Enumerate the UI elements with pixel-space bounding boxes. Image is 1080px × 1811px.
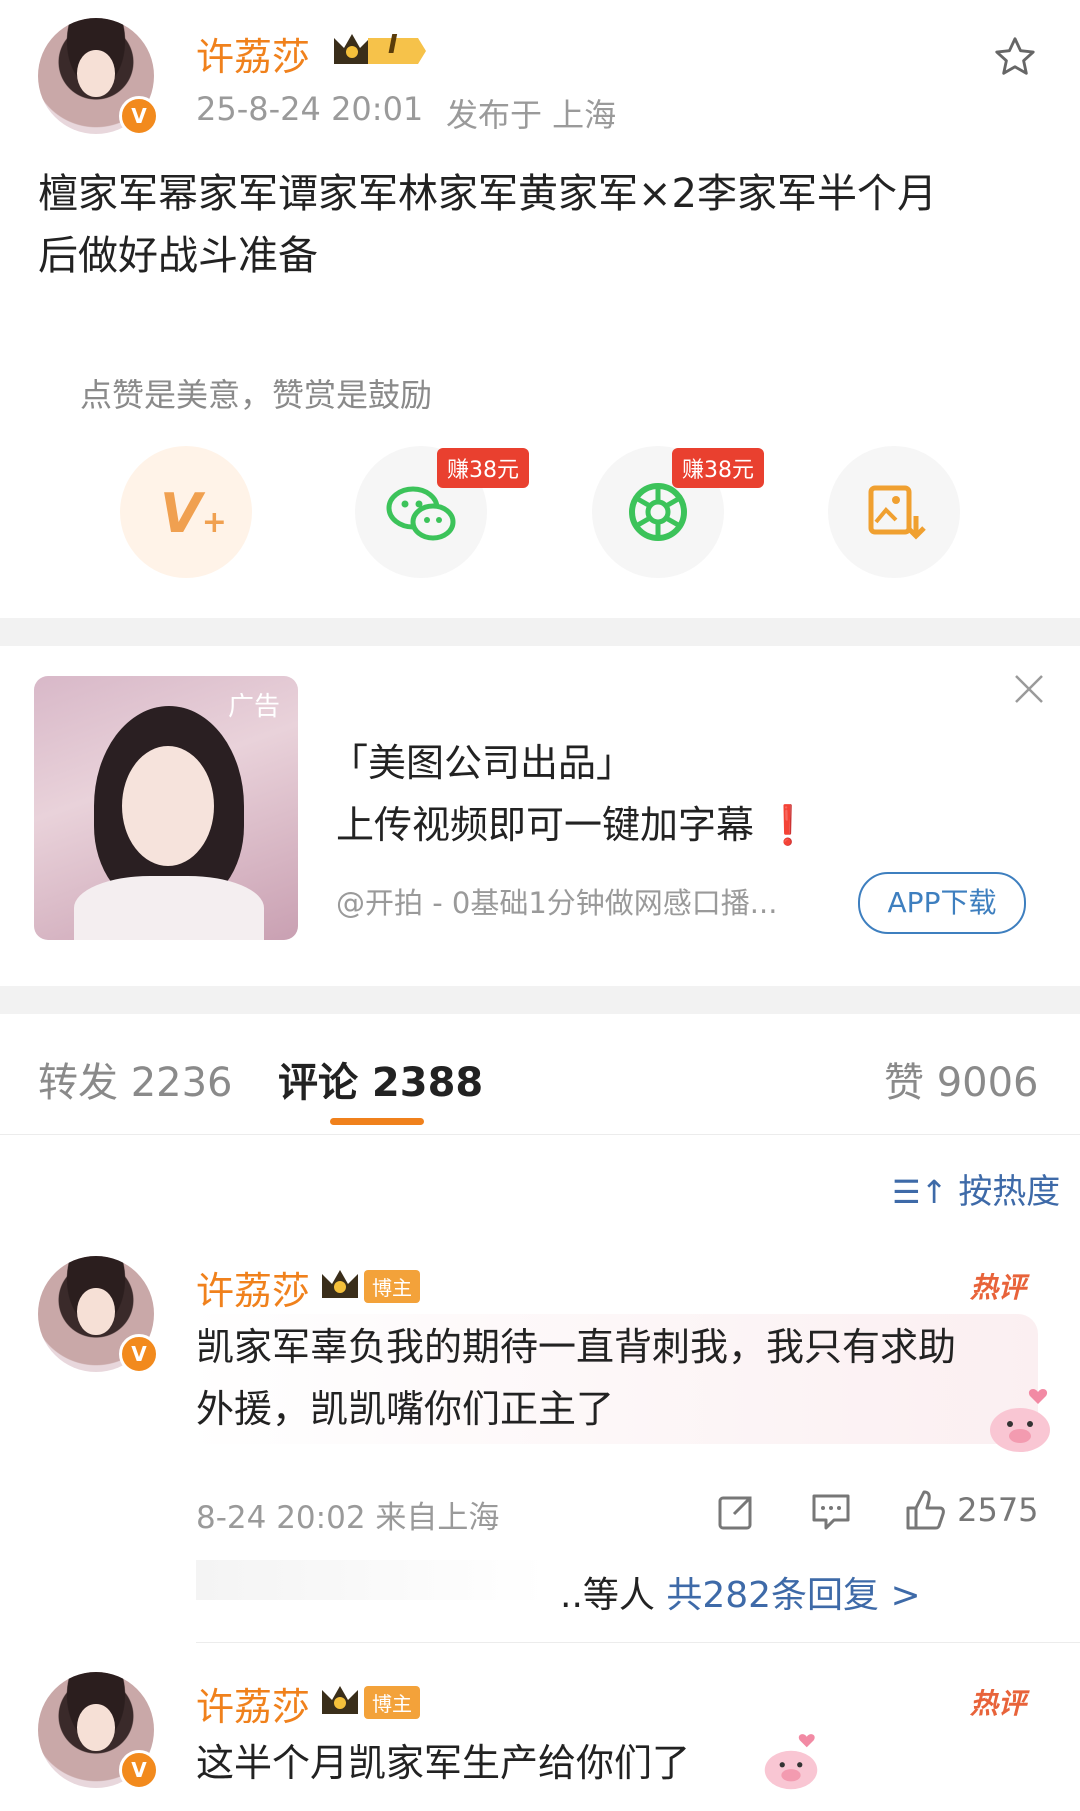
replies-summary[interactable]: ..等人 共282条回复 >: [560, 1566, 921, 1618]
tab-active-underline: [330, 1118, 424, 1125]
hot-comment-badge: 热评: [970, 1271, 1027, 1304]
share-icon[interactable]: [716, 1492, 756, 1536]
crown-icon: [330, 30, 430, 76]
section-divider: [0, 986, 1080, 1014]
verified-icon: V: [119, 1750, 159, 1790]
blogger-badge: 博主: [364, 1686, 420, 1719]
ad-image[interactable]: 广告: [34, 676, 298, 940]
wechat-icon: [386, 486, 456, 541]
tab-comment[interactable]: 评论 2388: [278, 1050, 483, 1108]
save-image-icon: [868, 485, 926, 540]
tab-like[interactable]: 赞 9006: [884, 1050, 1039, 1108]
moments-icon: [629, 483, 687, 541]
save-image-button[interactable]: [828, 446, 960, 578]
pig-sticker-icon: [980, 1384, 1060, 1464]
post-time: 25-8-24 20:01: [196, 90, 424, 128]
reply-avatars-blurred: [196, 1560, 546, 1600]
like-count: 2575: [957, 1491, 1039, 1529]
pig-sticker-icon: [756, 1728, 826, 1802]
crown-icon: [318, 1266, 364, 1308]
ad-subtitle: 上传视频即可一键加字幕: [336, 803, 755, 847]
app-download-button[interactable]: APP下载: [858, 872, 1026, 934]
level-badge: I: [388, 30, 398, 60]
hot-comment-badge: 热评: [970, 1687, 1027, 1720]
exclamation-icon: ❗: [764, 803, 812, 847]
crown-icon: [318, 1682, 364, 1724]
comment-username[interactable]: 许荔莎: [196, 1676, 310, 1731]
comment-divider: [196, 1642, 1080, 1643]
blogger-badge: 博主: [364, 1270, 420, 1303]
comment-time: 8-24 20:02 来自上海: [196, 1500, 500, 1536]
tabs-divider: [0, 1134, 1080, 1135]
sort-label: 按热度: [958, 1172, 1061, 1212]
sort-button[interactable]: ☰↑ 按热度: [892, 1164, 1060, 1213]
ad-subtitle-row[interactable]: 上传视频即可一键加字幕 ❗: [336, 794, 811, 849]
close-icon[interactable]: [1012, 672, 1046, 710]
v-plus-icon: V+: [160, 482, 227, 545]
post-location: 发布于 上海: [446, 96, 617, 134]
sort-icon: ☰↑: [892, 1173, 948, 1211]
view-replies-link[interactable]: 共282条回复 >: [666, 1575, 920, 1616]
verified-icon: V: [119, 96, 159, 136]
post-content-line1: 檀家军幂家军谭家军林家军黄家军×2李家军半个月: [38, 171, 937, 217]
favorite-star-icon[interactable]: [992, 34, 1038, 84]
replies-prefix: ..等人: [560, 1575, 655, 1616]
verified-icon: V: [119, 1334, 159, 1374]
thumbs-up-icon: [906, 1490, 945, 1530]
post-username[interactable]: 许荔莎: [196, 26, 310, 81]
ad-tag: 广告: [227, 692, 280, 722]
ad-title[interactable]: 「美图公司出品」: [330, 732, 634, 787]
post-content-line2: 后做好战斗准备: [38, 233, 318, 279]
tab-repost[interactable]: 转发 2236: [38, 1050, 233, 1108]
comment-username[interactable]: 许荔莎: [196, 1260, 310, 1315]
ad-source: @开拍 - 0基础1分钟做网感口播...: [336, 886, 778, 920]
section-divider: [0, 618, 1080, 646]
comment-text-line1: 凯家军辜负我的期待一直背刺我，我只有求助: [196, 1325, 957, 1369]
like-button[interactable]: 2575: [902, 1488, 1039, 1532]
reward-hint: 点赞是美意，赞赏是鼓励: [80, 376, 433, 414]
comment-text-line1: 这半个月凯家军生产给你们了: [196, 1741, 691, 1785]
comment-text-line2: 外援，凯凯嘴你们正主了: [196, 1387, 615, 1431]
earn-badge-moments: 赚38元: [672, 448, 764, 488]
reply-icon[interactable]: [810, 1492, 852, 1536]
v-plus-button[interactable]: V+: [120, 446, 252, 578]
earn-badge-wechat: 赚38元: [437, 448, 529, 488]
